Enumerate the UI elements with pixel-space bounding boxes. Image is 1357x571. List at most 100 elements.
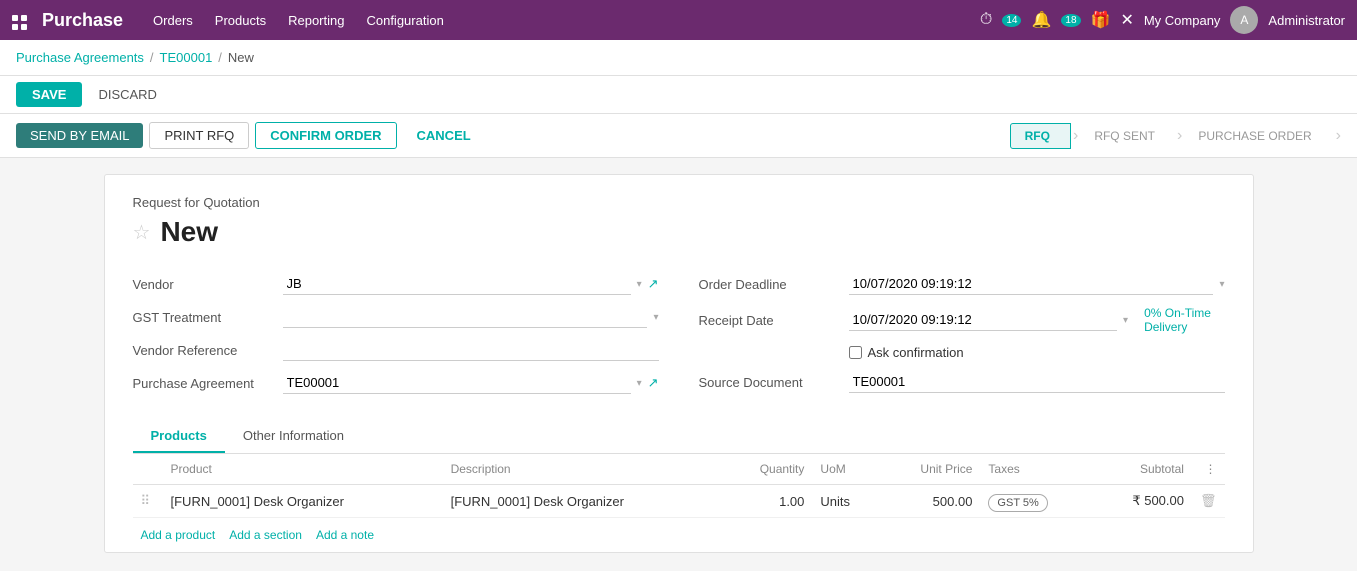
- menu-reporting[interactable]: Reporting: [288, 13, 344, 28]
- status-rfq[interactable]: RFQ: [1010, 123, 1071, 149]
- menu-products[interactable]: Products: [215, 13, 266, 28]
- save-button[interactable]: SAVE: [16, 82, 82, 107]
- drag-handle-icon[interactable]: ⠿: [141, 493, 151, 508]
- purchase-agreement-row: Purchase Agreement ▾ ↗: [133, 367, 659, 400]
- form-heading: ☆ New: [133, 216, 1225, 248]
- action-bar: SAVE DISCARD: [0, 76, 1357, 114]
- order-deadline-dropdown-icon[interactable]: ▾: [1219, 279, 1224, 290]
- purchase-agreement-dropdown-icon[interactable]: ▾: [637, 378, 642, 389]
- vendor-reference-label: Vendor Reference: [133, 343, 283, 358]
- vendor-reference-input[interactable]: [283, 339, 659, 361]
- tab-products[interactable]: Products: [133, 420, 225, 453]
- tax-badge[interactable]: GST 5%: [988, 494, 1047, 512]
- add-links: Add a product Add a section Add a note: [133, 518, 1225, 552]
- ask-confirmation-row: Ask confirmation: [699, 340, 1225, 366]
- toolbar: SEND BY EMAIL PRINT RFQ CONFIRM ORDER CA…: [0, 114, 1357, 158]
- gst-treatment-label: GST Treatment: [133, 310, 283, 325]
- col-taxes-header: Taxes: [980, 454, 1091, 485]
- tab-other-information[interactable]: Other Information: [225, 420, 362, 453]
- add-product-link[interactable]: Add a product: [141, 528, 216, 542]
- source-document-input[interactable]: [849, 371, 1225, 393]
- vendor-label: Vendor: [133, 277, 283, 292]
- purchase-agreement-external-link-icon[interactable]: ↗: [648, 375, 659, 391]
- top-menu: Orders Products Reporting Configuration: [153, 13, 980, 28]
- row-subtotal: ₹ 500.00: [1092, 485, 1192, 518]
- breadcrumb-purchase-agreements[interactable]: Purchase Agreements: [16, 50, 144, 65]
- breadcrumb: Purchase Agreements / TE00001 / New: [0, 40, 1357, 76]
- add-note-link[interactable]: Add a note: [316, 528, 374, 542]
- col-unit-price-header: Unit Price: [880, 454, 981, 485]
- form-section-title: Request for Quotation: [133, 195, 1225, 210]
- breadcrumb-sep2: /: [218, 50, 222, 65]
- close-icon[interactable]: ✕: [1120, 10, 1133, 30]
- menu-orders[interactable]: Orders: [153, 13, 193, 28]
- row-uom[interactable]: Units: [812, 485, 879, 518]
- purchase-agreement-input[interactable]: [283, 372, 631, 394]
- row-product[interactable]: [FURN_0001] Desk Organizer: [163, 485, 443, 518]
- app-brand[interactable]: Purchase: [42, 10, 123, 31]
- pipeline-arrow-1: ›: [1073, 127, 1078, 145]
- row-actions: 🗑: [1192, 485, 1225, 518]
- status-pipeline: RFQ › RFQ SENT › PURCHASE ORDER ›: [1010, 123, 1341, 149]
- breadcrumb-sep1: /: [150, 50, 154, 65]
- vendor-reference-row: Vendor Reference: [133, 334, 659, 367]
- row-unit-price[interactable]: 500.00: [880, 485, 981, 518]
- print-rfq-button[interactable]: PRINT RFQ: [149, 122, 249, 149]
- activity-icon[interactable]: ⏱: [980, 11, 992, 29]
- menu-configuration[interactable]: Configuration: [366, 13, 443, 28]
- receipt-date-input[interactable]: [849, 309, 1118, 331]
- user-name[interactable]: Administrator: [1268, 13, 1345, 28]
- favorite-star-icon[interactable]: ☆: [133, 220, 151, 245]
- products-table: Product Description Quantity UoM Unit Pr…: [133, 454, 1225, 518]
- status-rfq-sent[interactable]: RFQ SENT: [1080, 124, 1175, 148]
- confirm-order-button[interactable]: CONFIRM ORDER: [255, 122, 396, 149]
- vendor-external-link-icon[interactable]: ↗: [648, 276, 659, 292]
- col-quantity-header: Quantity: [723, 454, 813, 485]
- receipt-date-dropdown-icon[interactable]: ▾: [1123, 315, 1128, 326]
- row-description[interactable]: [FURN_0001] Desk Organizer: [443, 485, 723, 518]
- gift-icon[interactable]: 🎁: [1091, 10, 1111, 30]
- on-time-delivery-badge: 0% On-Time Delivery: [1144, 306, 1224, 334]
- vendor-input[interactable]: [283, 273, 631, 295]
- source-document-row: Source Document: [699, 366, 1225, 399]
- pipeline-arrow-2: ›: [1177, 127, 1182, 145]
- order-deadline-row: Order Deadline ▾: [699, 268, 1225, 301]
- gst-treatment-row: GST Treatment ▾: [133, 301, 659, 334]
- discard-button[interactable]: DISCARD: [90, 82, 165, 107]
- source-document-label: Source Document: [699, 375, 849, 390]
- pipeline-end-arrow: ›: [1336, 127, 1341, 145]
- messages-icon[interactable]: 🔔: [1031, 10, 1051, 30]
- table-more-icon[interactable]: ⋮: [1205, 462, 1217, 476]
- ask-confirmation-label: Ask confirmation: [868, 345, 964, 360]
- form-fields: Vendor ▾ ↗ GST Treatment ▾ Vendor Refere…: [133, 268, 1225, 400]
- col-actions-header: ⋮: [1192, 454, 1225, 485]
- order-deadline-label: Order Deadline: [699, 277, 849, 292]
- company-name[interactable]: My Company: [1144, 13, 1221, 28]
- breadcrumb-current: New: [228, 50, 254, 65]
- col-drag-header: [133, 454, 163, 485]
- top-navigation: Purchase Orders Products Reporting Confi…: [0, 0, 1357, 40]
- purchase-agreement-label: Purchase Agreement: [133, 376, 283, 391]
- avatar[interactable]: A: [1230, 6, 1258, 34]
- order-deadline-input[interactable]: [849, 273, 1214, 295]
- row-taxes: GST 5%: [980, 485, 1091, 518]
- form-card: Request for Quotation ☆ New Vendor ▾ ↗ G…: [104, 174, 1254, 553]
- gst-treatment-input[interactable]: [283, 306, 648, 328]
- cancel-button[interactable]: CANCEL: [403, 123, 485, 148]
- ask-confirmation-checkbox[interactable]: [849, 346, 862, 359]
- status-purchase-order[interactable]: PURCHASE ORDER: [1184, 124, 1331, 148]
- top-right-actions: ⏱ 14 🔔 18 🎁 ✕ My Company A Administrator: [980, 6, 1345, 34]
- col-description-header: Description: [443, 454, 723, 485]
- row-quantity[interactable]: 1.00: [723, 485, 813, 518]
- row-drag-handle[interactable]: ⠿: [133, 485, 163, 518]
- breadcrumb-te00001[interactable]: TE00001: [160, 50, 213, 65]
- vendor-dropdown-icon[interactable]: ▾: [637, 279, 642, 290]
- gst-treatment-dropdown-icon[interactable]: ▾: [653, 312, 658, 323]
- send-by-email-button[interactable]: SEND BY EMAIL: [16, 123, 143, 148]
- delete-row-icon[interactable]: 🗑: [1200, 493, 1217, 508]
- add-section-link[interactable]: Add a section: [229, 528, 302, 542]
- apps-icon[interactable]: [12, 9, 28, 31]
- col-subtotal-header: Subtotal: [1092, 454, 1192, 485]
- receipt-date-label: Receipt Date: [699, 313, 849, 328]
- table-row: ⠿ [FURN_0001] Desk Organizer [FURN_0001]…: [133, 485, 1225, 518]
